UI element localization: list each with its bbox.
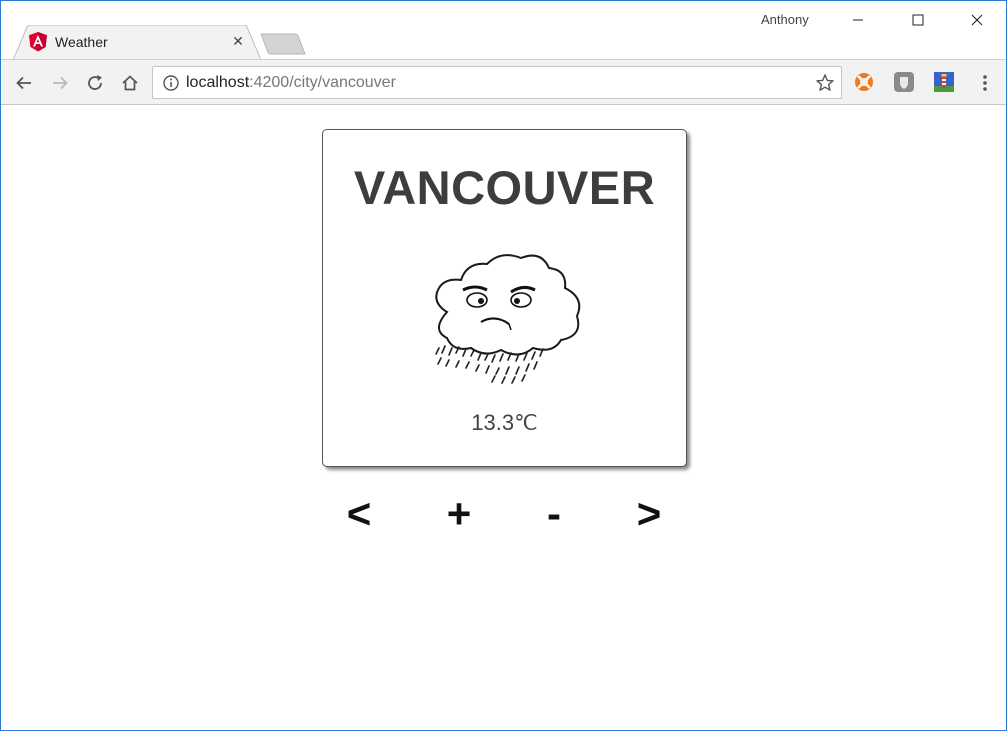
url-path: :4200/city/vancouver bbox=[249, 74, 396, 91]
back-arrow-icon[interactable] bbox=[11, 70, 37, 96]
city-name: VANCOUVER bbox=[353, 161, 656, 214]
maximize-icon[interactable] bbox=[895, 5, 941, 35]
tab-title: Weather bbox=[55, 34, 108, 50]
profile-name[interactable]: Anthony bbox=[761, 12, 809, 27]
temperature: 13.3℃ bbox=[323, 410, 686, 436]
title-bar: Weather ✕ Anthony bbox=[1, 1, 1006, 60]
bookmark-star-icon[interactable] bbox=[815, 73, 835, 93]
address-bar[interactable]: localhost:4200/city/vancouver bbox=[152, 66, 842, 99]
angular-icon bbox=[28, 32, 48, 52]
kebab-menu-icon[interactable] bbox=[975, 71, 995, 95]
url-text[interactable]: localhost:4200/city/vancouver bbox=[186, 74, 396, 92]
tab-shape bbox=[13, 25, 262, 60]
weather-card: VANCOUVER 13.3℃ bbox=[322, 129, 687, 467]
shield-extension-icon[interactable] bbox=[893, 71, 915, 93]
next-city-button[interactable]: > bbox=[619, 486, 679, 542]
lifebuoy-extension-icon[interactable] bbox=[853, 71, 875, 93]
minimize-icon[interactable] bbox=[835, 5, 881, 35]
tab-close-icon[interactable]: ✕ bbox=[229, 32, 247, 50]
previous-city-button[interactable]: < bbox=[329, 486, 389, 542]
decrease-button[interactable]: - bbox=[524, 486, 584, 542]
lighthouse-extension-icon[interactable] bbox=[933, 71, 955, 93]
page-content: VANCOUVER 13.3℃ < + - > bbox=[1, 106, 1006, 730]
info-icon[interactable] bbox=[162, 74, 180, 92]
home-icon[interactable] bbox=[117, 70, 143, 96]
new-tab-button[interactable] bbox=[259, 32, 309, 56]
rain-cloud-icon bbox=[425, 250, 587, 385]
url-host: localhost bbox=[186, 74, 250, 91]
close-icon[interactable] bbox=[954, 5, 1000, 35]
tab-weather[interactable]: Weather ✕ bbox=[13, 25, 265, 60]
temperature-value: 13.3 bbox=[471, 410, 515, 435]
increase-button[interactable]: + bbox=[429, 486, 489, 542]
browser-toolbar: localhost:4200/city/vancouver bbox=[1, 59, 1006, 105]
forward-arrow-icon[interactable] bbox=[47, 70, 73, 96]
browser-window: Weather ✕ Anthony localhost:4200/city/va… bbox=[0, 0, 1007, 731]
reload-icon[interactable] bbox=[82, 70, 108, 96]
temperature-unit: ℃ bbox=[514, 411, 538, 435]
